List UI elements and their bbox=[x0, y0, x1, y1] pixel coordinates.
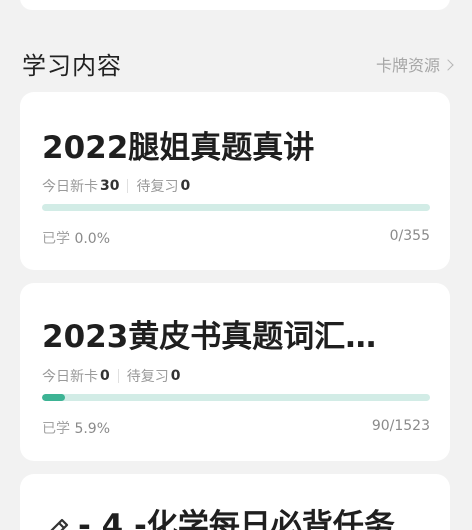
card-resources-link[interactable]: 卡牌资源 bbox=[375, 52, 454, 76]
deck-stats: 今日新卡 30 待复习 0 bbox=[42, 176, 190, 196]
learned-stat: 已学 0.0% bbox=[42, 228, 110, 248]
card-resources-label: 卡牌资源 bbox=[375, 56, 440, 75]
new-cards-label: 今日新卡 bbox=[42, 369, 98, 385]
deck-title-row: - 4 -化学每日必背任务 bbox=[42, 500, 434, 530]
deck-card[interactable]: 2022腿姐真题真讲 今日新卡 30 待复习 0 已学 0.0% 0/355 bbox=[20, 92, 450, 270]
pencil-icon bbox=[49, 518, 69, 530]
new-cards-count: 0 bbox=[100, 368, 110, 384]
learned-stat: 已学 5.9% bbox=[42, 418, 110, 438]
learned-label: 已学 bbox=[42, 231, 70, 247]
deck-stats: 今日新卡 0 待复习 0 bbox=[42, 366, 181, 386]
section-title: 学习内容 bbox=[22, 52, 122, 80]
new-cards-label: 今日新卡 bbox=[42, 179, 98, 195]
review-label: 待复习 bbox=[136, 179, 179, 195]
section-header: 学习内容 卡牌资源 bbox=[22, 44, 454, 80]
review-count: 0 bbox=[170, 368, 181, 384]
learned-percent: 0.0% bbox=[74, 231, 111, 247]
chevron-right-icon bbox=[442, 58, 454, 71]
learned-label: 已学 bbox=[42, 421, 70, 437]
top-card-partial[interactable] bbox=[20, 0, 450, 10]
deck-title: 2022腿姐真题真讲 bbox=[42, 130, 315, 166]
new-cards-count: 30 bbox=[100, 178, 120, 194]
stats-divider bbox=[117, 369, 119, 383]
stats-divider bbox=[127, 179, 129, 193]
progress-bar bbox=[42, 394, 430, 401]
deck-card[interactable]: 2023黄皮书真题词汇… 今日新卡 0 待复习 0 已学 5.9% 90/152… bbox=[20, 283, 450, 461]
deck-card[interactable]: - 4 -化学每日必背任务 bbox=[20, 474, 450, 530]
progress-fill bbox=[42, 394, 65, 401]
review-count: 0 bbox=[180, 178, 191, 194]
learned-percent: 5.9% bbox=[74, 421, 111, 437]
study-page: 学习内容 卡牌资源 2022腿姐真题真讲 今日新卡 30 待复习 0 已学 0.… bbox=[0, 0, 472, 530]
progress-bar bbox=[42, 204, 430, 211]
deck-title: - 4 -化学每日必背任务 bbox=[78, 508, 395, 530]
review-label: 待复习 bbox=[126, 369, 169, 385]
deck-title: 2023黄皮书真题词汇… bbox=[42, 319, 377, 355]
progress-count: 0/355 bbox=[389, 228, 430, 244]
progress-count: 90/1523 bbox=[371, 418, 430, 434]
